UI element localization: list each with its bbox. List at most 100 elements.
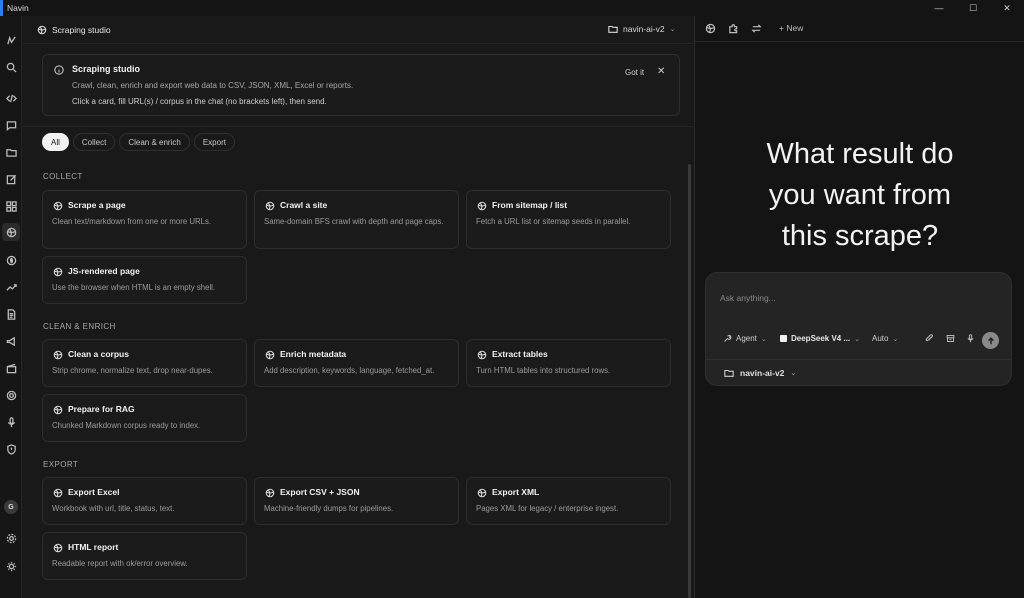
mode-label: Auto — [872, 334, 889, 343]
storage-button[interactable] — [946, 334, 955, 343]
target-icon[interactable] — [4, 388, 18, 402]
puzzle-icon[interactable] — [728, 23, 740, 35]
maximize-button[interactable]: ☐ — [956, 0, 990, 16]
currency-icon[interactable] — [4, 253, 18, 267]
new-chat-button[interactable]: + New — [779, 23, 803, 33]
theme-sun-icon[interactable] — [4, 559, 18, 573]
card-js-rendered[interactable]: JS-rendered page Use the browser when HT… — [42, 256, 247, 304]
card-title: Scrape a page — [68, 200, 126, 210]
card-enrich-metadata[interactable]: Enrich metadata Add description, keyword… — [254, 339, 459, 387]
folder-icon[interactable] — [4, 145, 18, 159]
page-title: Scraping studio — [37, 25, 111, 35]
card-export-csv-json[interactable]: Export CSV + JSON Machine-friendly dumps… — [254, 477, 459, 525]
banner-description: Crawl, clean, enrich and export web data… — [72, 81, 354, 90]
banner-title: Scraping studio — [72, 64, 141, 74]
avatar[interactable]: G — [4, 500, 18, 514]
model-selector[interactable]: DeepSeek V4 ... ⌄ — [780, 334, 860, 343]
folder-icon — [724, 369, 734, 377]
workspace-name: navin-ai-v2 — [623, 24, 665, 34]
settings-icon[interactable] — [4, 531, 18, 545]
globe-icon[interactable] — [705, 23, 717, 35]
card-description: Use the browser when HTML is an empty sh… — [52, 283, 216, 292]
mode-selector[interactable]: Auto ⌄ — [872, 334, 898, 343]
title-bar: Navin — ☐ ✕ — [0, 0, 1024, 16]
model-label: DeepSeek V4 ... — [791, 334, 851, 343]
card-scrape-page[interactable]: Scrape a page Clean text/markdown from o… — [42, 190, 247, 249]
card-description: Same-domain BFS crawl with depth and pag… — [264, 217, 444, 226]
close-icon[interactable]: ✕ — [657, 66, 665, 77]
filter-clean-enrich[interactable]: Clean & enrich — [119, 133, 190, 151]
card-title: Crawl a site — [280, 200, 328, 210]
microphone-icon — [967, 334, 974, 343]
chat-input[interactable]: Ask anything... — [720, 293, 776, 303]
clapper-icon[interactable] — [4, 361, 18, 375]
card-title: Extract tables — [492, 349, 548, 359]
card-title: Export XML — [492, 487, 540, 497]
arrow-up-icon — [987, 336, 994, 344]
chevron-down-icon: ⌄ — [760, 335, 767, 343]
card-crawl-site[interactable]: Crawl a site Same-domain BFS crawl with … — [254, 190, 459, 249]
globe-icon — [53, 405, 63, 415]
agent-label: Agent — [736, 334, 757, 343]
scrollbar[interactable] — [688, 164, 691, 598]
card-title: From sitemap / list — [492, 200, 568, 210]
card-prepare-rag[interactable]: Prepare for RAG Chunked Markdown corpus … — [42, 394, 247, 442]
main-panel: Scraping studio navin-ai-v2 ⌄ Scraping s… — [23, 16, 693, 598]
chat-panel: + New What result do you want from this … — [694, 16, 1024, 598]
search-icon[interactable] — [4, 60, 18, 74]
document-icon[interactable] — [4, 307, 18, 321]
got-it-button[interactable]: Got it — [625, 68, 644, 77]
card-description: Add description, keywords, language, fet… — [264, 366, 435, 375]
chat-composer: Ask anything... Agent ⌄ DeepSeek V4 ... … — [705, 272, 1012, 386]
microphone-icon[interactable] — [4, 415, 18, 429]
code-icon[interactable] — [4, 91, 18, 105]
project-selector[interactable]: navin-ai-v2 ⌄ — [724, 368, 796, 378]
card-export-xml[interactable]: Export XML Pages XML for legacy / enterp… — [466, 477, 671, 525]
workspace-selector[interactable]: navin-ai-v2 ⌄ — [608, 24, 675, 34]
composer-divider — [706, 359, 1011, 360]
scraping-studio-icon[interactable] — [2, 223, 20, 241]
megaphone-icon[interactable] — [4, 334, 18, 348]
card-title: Export CSV + JSON — [280, 487, 360, 497]
section-label-export: EXPORT — [43, 460, 79, 469]
grid-icon[interactable] — [4, 199, 18, 213]
card-sitemap-list[interactable]: From sitemap / list Fetch a URL list or … — [466, 190, 671, 249]
trend-icon[interactable] — [4, 280, 18, 294]
card-title: Clean a corpus — [68, 349, 129, 359]
send-button[interactable] — [982, 332, 999, 349]
close-window-button[interactable]: ✕ — [990, 0, 1024, 16]
left-rail: G — [0, 16, 22, 598]
globe-icon — [265, 201, 275, 211]
filter-export[interactable]: Export — [193, 133, 235, 151]
card-title: Export Excel — [68, 487, 120, 497]
card-description: Workbook with url, title, status, text. — [52, 504, 175, 513]
voice-button[interactable] — [966, 334, 975, 343]
card-clean-corpus[interactable]: Clean a corpus Strip chrome, normalize t… — [42, 339, 247, 387]
chat-icon[interactable] — [4, 118, 18, 132]
globe-icon — [477, 350, 487, 360]
logo-icon[interactable] — [4, 33, 18, 47]
minimize-button[interactable]: — — [922, 0, 956, 16]
filter-all[interactable]: All — [42, 133, 69, 151]
swap-icon[interactable] — [751, 23, 763, 35]
card-export-excel[interactable]: Export Excel Workbook with url, title, s… — [42, 477, 247, 525]
attach-button[interactable] — [925, 334, 934, 343]
card-html-report[interactable]: HTML report Readable report with ok/erro… — [42, 532, 247, 580]
globe-icon — [477, 488, 487, 498]
card-extract-tables[interactable]: Extract tables Turn HTML tables into str… — [466, 339, 671, 387]
section-label-collect: COLLECT — [43, 172, 83, 181]
globe-icon — [53, 543, 63, 553]
globe-icon — [53, 267, 63, 277]
card-description: Turn HTML tables into structured rows. — [476, 366, 611, 375]
chat-toolbar: + New — [695, 16, 1024, 42]
filter-chips: All Collect Clean & enrich Export — [42, 133, 235, 151]
shield-icon[interactable] — [4, 442, 18, 456]
globe-icon — [53, 201, 63, 211]
section-label-clean-enrich: CLEAN & ENRICH — [43, 322, 116, 331]
app-accent — [0, 0, 3, 16]
window-title: Navin — [7, 3, 29, 13]
agent-selector[interactable]: Agent ⌄ — [723, 334, 767, 343]
prompt-headline: What result do you want from this scrape… — [766, 138, 954, 252]
edit-icon[interactable] — [4, 172, 18, 186]
filter-collect[interactable]: Collect — [72, 133, 116, 151]
